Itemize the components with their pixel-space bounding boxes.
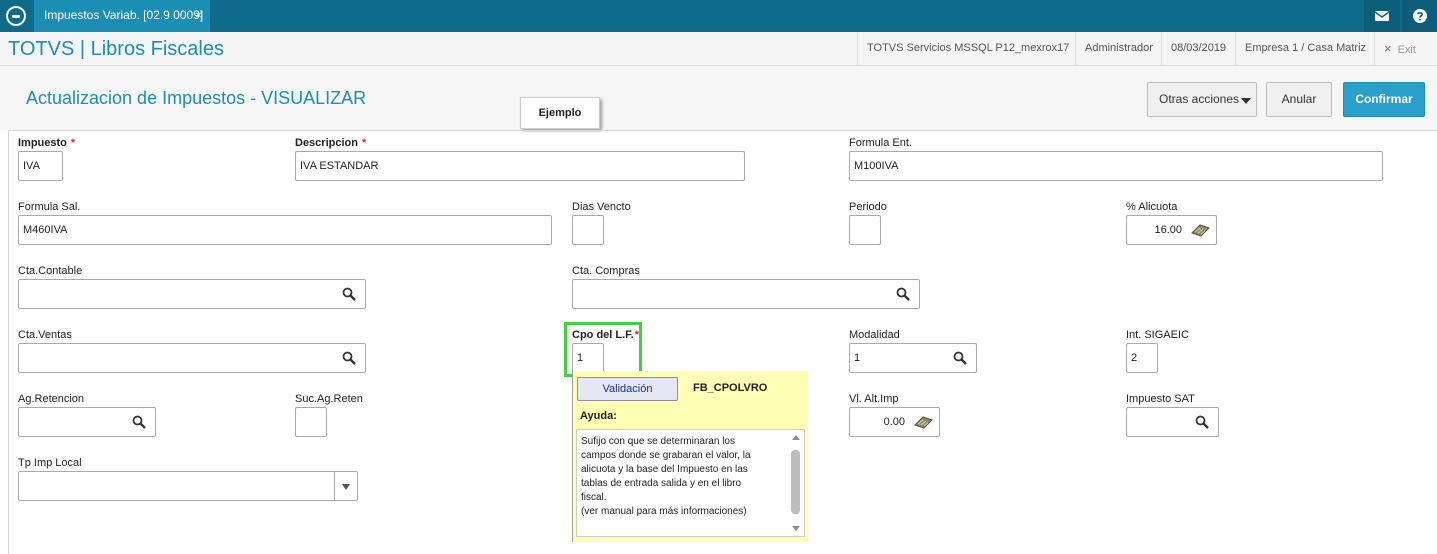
help-text-box: Sufijo con que se determinaran los campo…: [576, 429, 805, 537]
impuesto-input[interactable]: IVA: [18, 151, 63, 181]
impuesto-sat-input[interactable]: [1126, 407, 1219, 437]
scroll-down-icon[interactable]: [792, 526, 800, 531]
company-info: Empresa 1 / Casa Matriz: [1235, 32, 1375, 65]
exit-label: Exit: [1397, 44, 1416, 56]
otras-acciones-button[interactable]: Otras acciones: [1147, 82, 1257, 117]
tooltip: Ejemplo: [520, 97, 600, 129]
field-code: FB_CPOLVRO: [693, 382, 768, 394]
tab-impuestos-variab[interactable]: Impuestos Variab. [02.9.0009] ×: [34, 0, 210, 32]
periodo-input[interactable]: [849, 215, 881, 245]
formula-ent-input[interactable]: M100IVA: [849, 151, 1383, 181]
cta-contable-input[interactable]: [18, 279, 366, 309]
cpo-lf-label: Cpo del L.F.*: [572, 329, 640, 341]
chevron-down-icon[interactable]: [334, 472, 357, 500]
help-button[interactable]: [1402, 0, 1437, 32]
calculator-icon[interactable]: [913, 415, 933, 429]
tp-imp-local-select[interactable]: [18, 471, 358, 501]
modalidad-label: Modalidad: [849, 329, 900, 341]
help-text: Sufijo con que se determinaran los campo…: [581, 436, 751, 517]
scroll-thumb[interactable]: [791, 450, 800, 514]
otras-acciones-label: Otras acciones: [1159, 92, 1240, 106]
confirmar-button[interactable]: Confirmar: [1343, 82, 1425, 117]
suc-ag-reten-input[interactable]: [295, 407, 327, 437]
dias-vencto-input[interactable]: [572, 215, 604, 245]
cta-ventas-input[interactable]: [18, 343, 366, 373]
top-tab-bar: Impuestos Variab. [02.9.0009] ×: [0, 0, 1437, 32]
cpo-lf-input[interactable]: 1: [572, 343, 604, 373]
modalidad-input[interactable]: 1: [849, 343, 977, 373]
ayuda-heading: Ayuda:: [580, 410, 617, 422]
periodo-label: Periodo: [849, 201, 887, 213]
help-scrollbar[interactable]: [790, 433, 801, 533]
search-icon[interactable]: [342, 351, 356, 365]
alicuota-value: 16.00: [1154, 224, 1182, 236]
vl-alt-imp-input[interactable]: 0.00: [849, 407, 940, 437]
ag-retencion-label: Ag.Retencion: [18, 393, 85, 405]
search-icon[interactable]: [953, 351, 967, 365]
vl-alt-imp-label: Vl. Alt.Imp: [849, 393, 899, 405]
caret-down-icon: [1241, 98, 1251, 104]
cta-compras-input[interactable]: [572, 279, 920, 309]
search-icon[interactable]: [896, 287, 910, 301]
app-brand: TOTVS | Libros Fiscales: [8, 38, 224, 60]
formula-sal-label: Formula Sal.: [18, 201, 81, 213]
help-popup: Validación FB_CPOLVRO Ayuda: Sufijo con …: [572, 371, 808, 542]
int-sigaeic-input[interactable]: 2: [1126, 343, 1158, 373]
tab-close-icon[interactable]: ×: [195, 0, 202, 30]
app-header: TOTVS | Libros Fiscales TOTVS Servicios …: [0, 32, 1437, 66]
title-area: Actualizacion de Impuestos - VISUALIZAR …: [0, 66, 1437, 130]
ag-retencion-input[interactable]: [18, 407, 156, 437]
help-icon: [1413, 9, 1427, 23]
scroll-up-icon[interactable]: [792, 435, 800, 440]
cta-contable-label: Cta.Contable: [18, 265, 83, 277]
alicuota-input[interactable]: 16.00: [1126, 215, 1217, 245]
tab-label: Impuestos Variab. [02.9.0009]: [44, 8, 204, 22]
formula-sal-input[interactable]: M460IVA: [18, 215, 552, 245]
cta-compras-label: Cta. Compras: [572, 265, 640, 277]
descripcion-label: Descripcion *: [295, 137, 367, 149]
exit-icon: ×: [1384, 41, 1392, 56]
validacion-button[interactable]: Validación: [577, 377, 678, 401]
totvs-logo-icon[interactable]: [6, 6, 26, 26]
vl-alt-imp-value: 0.00: [883, 416, 905, 428]
search-icon[interactable]: [342, 287, 356, 301]
calculator-icon[interactable]: [1190, 223, 1210, 237]
descripcion-input[interactable]: IVA ESTANDAR: [295, 151, 745, 181]
impuesto-label: Impuesto *: [18, 137, 76, 149]
search-icon[interactable]: [132, 415, 146, 429]
page-title: Actualizacion de Impuestos - VISUALIZAR: [26, 88, 367, 108]
impuesto-sat-label: Impuesto SAT: [1126, 393, 1195, 405]
server-info: TOTVS Servicios MSSQL P12_mexrox17: [857, 32, 1078, 65]
anular-button[interactable]: Anular: [1266, 82, 1332, 117]
cta-ventas-label: Cta.Ventas: [18, 329, 72, 341]
exit-button[interactable]: × Exit: [1374, 32, 1425, 65]
user-info: Administrador: [1075, 32, 1162, 65]
alicuota-label: % Alicuota: [1126, 201, 1178, 213]
date-info: 08/03/2019: [1161, 32, 1235, 65]
search-icon[interactable]: [1195, 415, 1209, 429]
suc-ag-reten-label: Suc.Ag.Reten: [295, 393, 363, 405]
tp-imp-local-label: Tp Imp Local: [18, 457, 82, 469]
mail-icon: [1374, 11, 1390, 21]
dias-vencto-label: Dias Vencto: [572, 201, 631, 213]
formula-ent-label: Formula Ent.: [849, 137, 912, 149]
int-sigaeic-label: Int. SIGAEIC: [1126, 329, 1189, 341]
mail-button[interactable]: [1364, 0, 1400, 32]
